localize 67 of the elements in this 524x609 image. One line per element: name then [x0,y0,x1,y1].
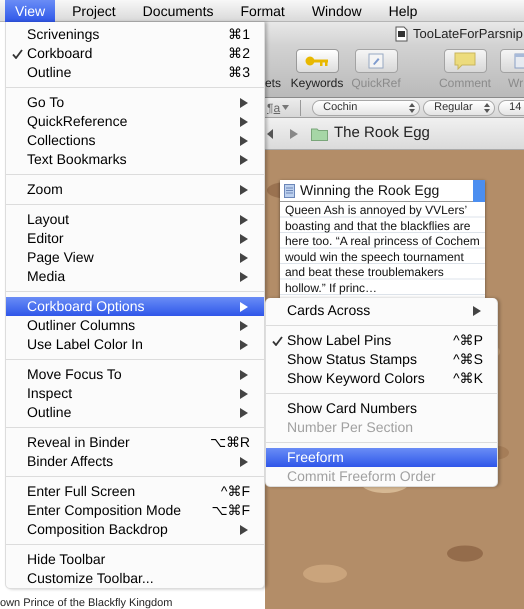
back-arrow-icon[interactable] [267,128,273,138]
window-title: TooLateForParsnip [413,24,523,43]
menu-item[interactable]: Move Focus To [6,365,264,384]
folder-icon [311,126,328,140]
document-pencil-icon [368,53,384,69]
card-synopsis: Queen Ash is annoyed by VVLers’ boasting and that the blackflies are here too. “A real princess of Cochem would win the speech tournament and beat these troublemakers hollow.” If princ… [280,202,485,298]
paragraph-style-button[interactable]: ¶a [265,98,290,116]
toolbar-label: ets [265,76,279,90]
menu-item[interactable]: QuickReference [6,112,264,131]
index-card[interactable] [280,180,485,298]
toolbar-button[interactable]: Keywords [289,49,345,90]
menu-item[interactable]: Show Keyword Colors ^⌘K [266,369,497,388]
menu-item[interactable]: Show Status Stamps ^⌘S [266,350,497,369]
menu-item[interactable]: Freeform [266,448,497,467]
menu-item[interactable]: Outline [6,403,264,422]
up-down-arrows-icon [409,102,416,112]
menu-item[interactable]: Layout [6,210,264,229]
menu-item[interactable]: Customize Toolbar... [6,569,264,588]
submenu-arrow-icon [473,306,481,316]
speech-bubble-icon [454,52,476,70]
font-popup[interactable]: 14 [498,100,524,116]
menu-item[interactable]: Hide Toolbar [6,550,264,569]
binder-item[interactable]: own Prince of the Blackfly Kingdom [0,599,265,609]
font-popup[interactable]: Cochin [312,100,420,116]
menu-item[interactable]: Reveal in Binder ⌥⌘R [6,433,264,452]
up-down-arrows-icon [484,102,490,112]
menu-item[interactable]: Enter Composition Mode ⌥⌘F [6,501,264,520]
checkmark-icon [272,336,283,346]
document-icon [395,26,408,42]
menu-item[interactable]: Media [6,267,264,286]
menu-item[interactable]: Text Bookmarks [6,150,264,169]
document-icon [284,184,295,198]
submenu-arrow-icon [240,456,248,466]
checkmark-icon [12,49,23,59]
label-pin [473,180,485,202]
forward-arrow-icon[interactable] [290,128,298,138]
font-popup[interactable]: Regular [423,100,496,116]
header-title: The Rook Egg [334,123,430,144]
menu-item[interactable]: Scrivenings ⌘1 [6,25,264,44]
menu-item[interactable]: Page View [6,248,264,267]
menu-item[interactable]: Corkboard Options [6,297,264,316]
menu-bar-item[interactable]: Format [230,0,295,22]
menu-bar-item[interactable]: Help [378,0,428,22]
menu-bar-item[interactable]: Documents [132,0,224,22]
menu-item[interactable]: Cards Across [266,301,497,320]
submenu-arrow-icon [240,524,248,534]
menu-item[interactable]: Use Label Color In [6,335,264,354]
menu-item[interactable]: Collections [6,131,264,150]
card-title: Winning the Rook Egg [300,181,440,200]
menu-item[interactable]: Corkboard ⌘2 [6,44,264,63]
menu-item[interactable]: Go To [6,93,264,112]
key-icon [305,55,329,67]
caret-icon [282,105,290,110]
submenu-arrow-icon [240,184,248,194]
menu-bar-item[interactable]: Window [302,0,372,22]
menu-item[interactable]: Enter Full Screen ^⌘F [6,482,264,501]
menu-item[interactable]: Editor [6,229,264,248]
menu-item[interactable]: Binder Affects [6,452,264,471]
menu-item[interactable]: Outliner Columns [6,316,264,335]
menu-item[interactable]: Show Label Pins ^⌘P [266,331,497,350]
menu-item[interactable]: Show Card Numbers [266,399,497,418]
menu-item[interactable]: Outline ⌘3 [6,63,264,82]
menu-bar-item[interactable]: View [5,0,56,22]
menu-item[interactable]: Zoom [6,180,264,199]
menu-item[interactable]: Composition Backdrop [6,520,264,539]
menu-bar-item[interactable]: Project [62,0,126,22]
menu-item[interactable]: Inspect [6,384,264,403]
